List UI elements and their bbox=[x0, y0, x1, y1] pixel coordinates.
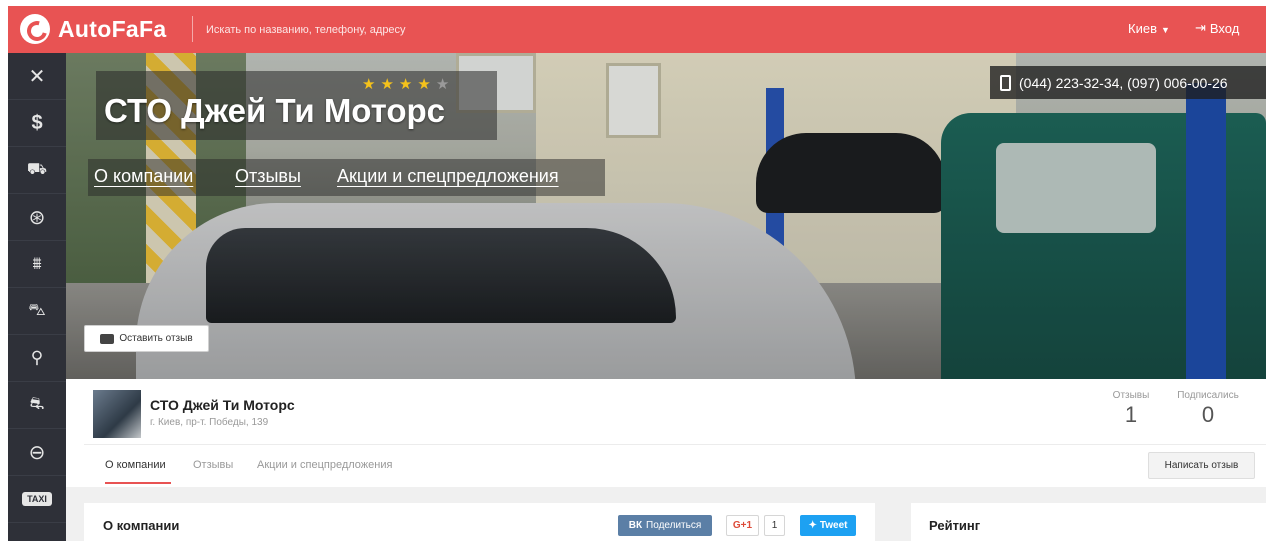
car-lift-icon: ⩩ bbox=[32, 254, 42, 273]
wheel-icon: ⊛ bbox=[28, 206, 46, 229]
phone-numbers[interactable]: (044) 223-32-34, (097) 006-00-26 bbox=[990, 66, 1266, 99]
vk-share-label: Поделиться bbox=[646, 520, 702, 531]
taxi-icon: TAXI bbox=[22, 492, 52, 506]
company-address: г. Киев, пр-т. Победы, 139 bbox=[150, 417, 269, 428]
phone-icon bbox=[1000, 74, 1011, 91]
gplus-button[interactable]: G+1 bbox=[726, 515, 759, 536]
star-icon: ★ bbox=[398, 76, 413, 93]
stat-subscribers-value: 0 bbox=[1201, 402, 1215, 427]
logo-icon bbox=[20, 14, 50, 44]
rating-stars: ★ ★ ★ ★ ★ bbox=[362, 75, 449, 93]
vk-icon: ВК bbox=[628, 520, 643, 531]
sidebar-item-driving[interactable]: ⊖ bbox=[8, 429, 66, 476]
sidebar-item-prices[interactable]: $ bbox=[8, 100, 66, 147]
tab-reviews[interactable]: Отзывы bbox=[193, 459, 233, 471]
login-button[interactable]: ⇥ Вход bbox=[1195, 20, 1239, 36]
star-icon: ★ bbox=[362, 76, 376, 93]
header-divider bbox=[192, 16, 193, 42]
vk-share-button[interactable]: ВК Поделиться bbox=[618, 515, 712, 536]
stat-subscribers[interactable]: Подписались 0 bbox=[1170, 390, 1246, 428]
rating-card-title: Рейтинг bbox=[929, 518, 981, 533]
sidebar-item-taxi[interactable]: TAXI bbox=[8, 476, 66, 523]
login-icon: ⇥ bbox=[1195, 20, 1206, 35]
stat-reviews[interactable]: Отзывы 1 bbox=[1108, 390, 1154, 428]
hero-tab-about[interactable]: О компании bbox=[94, 166, 193, 187]
gplus-count: 1 bbox=[764, 515, 785, 536]
chevron-down-icon: ▼ bbox=[1160, 25, 1170, 35]
company-info-panel: СТО Джей Ти Моторс г. Киев, пр-т. Победы… bbox=[84, 379, 1266, 487]
tab-promotions[interactable]: Акции и спецпредложения bbox=[257, 459, 392, 471]
city-label: Киев bbox=[1128, 21, 1157, 36]
sidebar-item-tires[interactable]: ⊛ bbox=[8, 194, 66, 241]
divider bbox=[84, 444, 1266, 445]
car-side-icon: ⛐ bbox=[29, 394, 45, 413]
sidebar-item-tow[interactable]: ⛟ bbox=[8, 147, 66, 194]
wrench-screwdriver-icon: ✕ bbox=[28, 65, 46, 88]
spark-plug-icon: ⚲ bbox=[30, 348, 44, 367]
steering-wheel-icon: ⊖ bbox=[28, 441, 46, 464]
sidebar: ✕ $ ⛟ ⊛ ⩩ ⛍ ⚲ ⛐ ⊖ TAXI bbox=[8, 53, 66, 541]
car-wash-icon: ⛍ bbox=[28, 300, 46, 319]
logo-text: AutoFaFa bbox=[58, 15, 167, 42]
twitter-icon: ✦ bbox=[808, 520, 817, 531]
about-card: О компании ВК Поделиться G+1 1 ✦ Tweet bbox=[84, 503, 875, 541]
logo[interactable]: AutoFaFa bbox=[20, 14, 166, 44]
company-name: СТО Джей Ти Моторс bbox=[150, 397, 295, 413]
phone-text: (044) 223-32-34, (097) 006-00-26 bbox=[1019, 74, 1228, 91]
stat-subscribers-label: Подписались bbox=[1177, 390, 1239, 401]
about-card-title: О компании bbox=[103, 518, 180, 533]
dollar-icon: $ bbox=[31, 111, 43, 134]
sidebar-item-wash[interactable]: ⛍ bbox=[8, 288, 66, 335]
stat-reviews-value: 1 bbox=[1124, 402, 1138, 427]
hero-tab-reviews[interactable]: Отзывы bbox=[235, 166, 301, 187]
leave-review-button[interactable]: Оставить отзыв bbox=[84, 325, 209, 352]
login-label: Вход bbox=[1209, 20, 1240, 36]
stat-reviews-label: Отзывы bbox=[1112, 390, 1150, 401]
write-review-button[interactable]: Написать отзыв bbox=[1148, 452, 1255, 479]
company-thumbnail[interactable] bbox=[93, 390, 141, 438]
tab-about[interactable]: О компании bbox=[105, 459, 166, 471]
top-bar: AutoFaFa Киев▼ ⇥ Вход bbox=[8, 6, 1266, 53]
page-title: СТО Джей Ти Моторс bbox=[104, 92, 446, 129]
star-icon: ★ bbox=[380, 76, 394, 93]
comment-icon bbox=[100, 333, 115, 344]
sidebar-item-repair[interactable]: ✕ bbox=[8, 53, 66, 100]
leave-review-label: Оставить отзыв bbox=[119, 333, 193, 344]
active-tab-indicator bbox=[105, 482, 171, 484]
tow-truck-icon: ⛟ bbox=[26, 161, 48, 178]
sidebar-item-body[interactable]: ⛐ bbox=[8, 382, 66, 429]
tweet-button[interactable]: ✦ Tweet bbox=[800, 515, 856, 536]
city-selector[interactable]: Киев ▼ bbox=[1128, 21, 1170, 36]
hero-tab-promotions[interactable]: Акции и спецпредложения bbox=[337, 166, 559, 187]
tweet-label: Tweet bbox=[819, 520, 848, 531]
search-input[interactable] bbox=[206, 21, 806, 39]
sidebar-item-lift[interactable]: ⩩ bbox=[8, 241, 66, 288]
sidebar-item-parts[interactable]: ⚲ bbox=[8, 335, 66, 382]
rating-card: Рейтинг bbox=[911, 503, 1266, 541]
star-icon: ★ bbox=[417, 76, 431, 93]
star-empty-icon: ★ bbox=[435, 76, 450, 93]
